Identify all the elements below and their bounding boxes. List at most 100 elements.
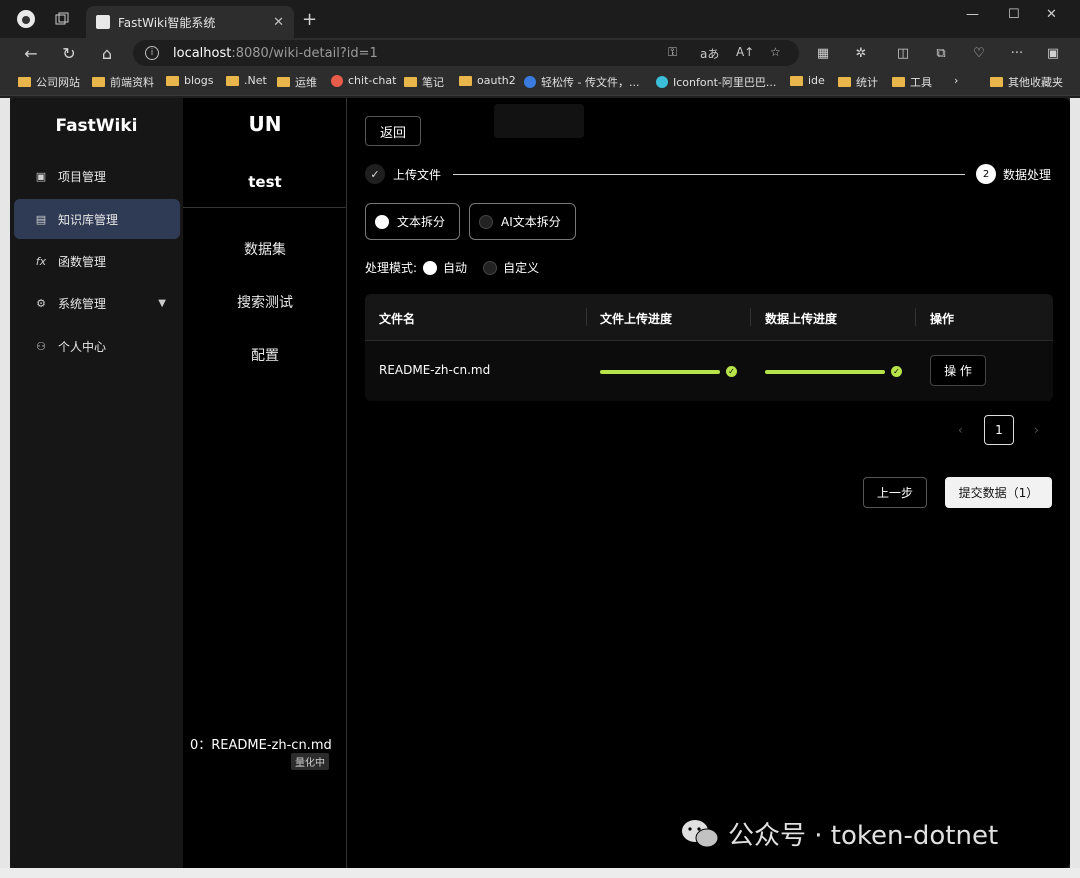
sidebar: FastWiki ▣ 项目管理 ▤ 知识库管理 fx 函数管理 ⚙ 系统管理 ▼… bbox=[10, 98, 183, 868]
process-mode-auto-label[interactable]: 自动 bbox=[443, 259, 467, 276]
home-icon[interactable]: ⌂ bbox=[96, 42, 118, 64]
wiki-menu-config[interactable]: 配置 bbox=[183, 345, 347, 365]
brand-logo: FastWiki bbox=[55, 116, 138, 136]
background-window-strip bbox=[1070, 98, 1080, 878]
minimize-icon[interactable]: — bbox=[966, 7, 979, 22]
wechat-icon bbox=[682, 819, 719, 847]
chevron-down-icon[interactable]: ▼ bbox=[158, 298, 166, 309]
folder-icon bbox=[838, 77, 851, 87]
bookmark-folder[interactable]: 笔记 bbox=[404, 74, 444, 90]
back-arrow-icon[interactable]: ← bbox=[20, 42, 42, 64]
translate-icon[interactable]: aあ bbox=[700, 45, 719, 62]
bookmark-link[interactable]: 轻松传 - 传文件，... bbox=[524, 74, 639, 90]
site-info-icon[interactable]: i bbox=[145, 46, 159, 60]
radio-unselected-icon bbox=[479, 214, 493, 229]
table-header: 文件名 文件上传进度 数据上传进度 操作 bbox=[365, 294, 1053, 341]
settings-icon: ⚙ bbox=[36, 296, 46, 310]
table-row: README-zh-cn.md ✓ ✓ 操 作 bbox=[365, 341, 1053, 401]
folder-icon bbox=[459, 75, 472, 86]
submit-data-button[interactable]: 提交数据（1） bbox=[945, 477, 1052, 508]
split-mode-ai[interactable]: AI文本拆分 bbox=[469, 203, 576, 240]
column-header: 文件上传进度 bbox=[600, 312, 673, 326]
bookmark-folder[interactable]: 工具 bbox=[892, 74, 932, 90]
close-window-icon[interactable]: ✕ bbox=[1046, 7, 1057, 22]
sidebar-item-knowledge[interactable]: ▤ 知识库管理 bbox=[14, 199, 180, 239]
new-tab-icon[interactable]: + bbox=[302, 9, 317, 30]
favorite-star-icon[interactable]: ☆ bbox=[770, 45, 781, 59]
filename-cell: README-zh-cn.md bbox=[379, 363, 491, 377]
background-ghost-button bbox=[494, 104, 584, 138]
column-divider bbox=[915, 308, 916, 326]
wiki-panel: UN test 数据集 搜索测试 配置 0：README-zh-cn.md 量化… bbox=[183, 98, 347, 868]
sidebar-item-label: 函数管理 bbox=[58, 254, 107, 269]
bookmark-folder[interactable]: 公司网站 bbox=[18, 74, 80, 90]
sidebar-item-function[interactable]: fx 函数管理 bbox=[14, 241, 180, 281]
folder-icon bbox=[990, 77, 1003, 87]
folder-icon bbox=[404, 77, 417, 87]
check-icon: ✓ bbox=[365, 164, 385, 184]
radio-auto[interactable] bbox=[423, 260, 438, 275]
collections-icon[interactable]: ⧉ bbox=[932, 44, 950, 62]
column-divider bbox=[586, 308, 587, 326]
step-label-process: 数据处理 bbox=[1003, 168, 1052, 182]
browser-tab[interactable]: FastWiki智能系统 ✕ bbox=[86, 6, 294, 38]
background-window-strip bbox=[0, 98, 10, 878]
extensions-icon[interactable]: ✲ bbox=[852, 44, 870, 62]
process-mode-custom-label[interactable]: 自定义 bbox=[503, 259, 539, 276]
workspaces-icon[interactable] bbox=[52, 9, 72, 29]
sidebar-item-system[interactable]: ⚙ 系统管理 ▼ bbox=[14, 283, 180, 323]
bookmark-folder[interactable]: blogs bbox=[166, 74, 213, 87]
url-host: localhost bbox=[173, 45, 232, 61]
chevron-right-icon[interactable]: › bbox=[954, 74, 958, 87]
refresh-icon[interactable]: ↻ bbox=[58, 42, 80, 64]
pagination-page[interactable]: 1 bbox=[984, 415, 1014, 445]
back-button[interactable]: 返回 bbox=[365, 116, 421, 146]
step-label-upload: 上传文件 bbox=[393, 168, 442, 182]
user-icon: ⚇ bbox=[36, 339, 46, 353]
step-connector bbox=[453, 174, 965, 175]
wiki-menu-dataset[interactable]: 数据集 bbox=[183, 239, 347, 259]
split-screen-icon[interactable]: ◫ bbox=[894, 44, 912, 62]
app-window: FastWiki ▣ 项目管理 ▤ 知识库管理 fx 函数管理 ⚙ 系统管理 ▼… bbox=[10, 98, 1070, 868]
steps-indicator: ✓ 上传文件 2 数据处理 bbox=[365, 164, 1055, 184]
column-divider bbox=[750, 308, 751, 326]
bookmark-folder[interactable]: oauth2 bbox=[459, 74, 516, 87]
data-upload-progress-bar bbox=[765, 370, 885, 374]
file-status-text: 0：README-zh-cn.md bbox=[190, 738, 332, 753]
bookmark-folder[interactable]: 其他收藏夹 bbox=[990, 74, 1063, 90]
profile-avatar-icon[interactable] bbox=[16, 9, 36, 29]
upload-table: 文件名 文件上传进度 数据上传进度 操作 README-zh-cn.md ✓ ✓… bbox=[365, 294, 1053, 401]
pagination-next-icon[interactable]: › bbox=[1034, 423, 1039, 437]
bookmark-link[interactable]: chit-chat bbox=[331, 74, 396, 87]
row-action-button[interactable]: 操 作 bbox=[930, 355, 986, 386]
folder-icon bbox=[18, 77, 31, 87]
key-icon[interactable]: ⚿ bbox=[668, 45, 677, 60]
status-badge: 量化中 bbox=[291, 753, 329, 770]
sidebar-item-project[interactable]: ▣ 项目管理 bbox=[14, 156, 180, 196]
bookmark-folder[interactable]: ide bbox=[790, 74, 825, 87]
performance-icon[interactable]: ♡ bbox=[970, 44, 988, 62]
bookmark-link[interactable]: Iconfont-阿里巴巴... bbox=[656, 74, 776, 90]
qr-code-icon[interactable]: ▦ bbox=[814, 44, 832, 62]
bookmarks-bar: 公司网站 前端资料 blogs .Net 运维 chit-chat 笔记 oau… bbox=[0, 68, 1080, 96]
file-upload-progress-bar bbox=[600, 370, 720, 374]
tab-favicon-icon bbox=[96, 15, 110, 29]
wiki-avatar-title: UN bbox=[248, 112, 282, 136]
bookmark-folder[interactable]: 运维 bbox=[277, 74, 317, 90]
bookmark-folder[interactable]: 前端资料 bbox=[92, 74, 154, 90]
sidebar-item-profile[interactable]: ⚇ 个人中心 bbox=[14, 326, 180, 366]
maximize-icon[interactable]: ☐ bbox=[1008, 7, 1020, 22]
bookmark-folder[interactable]: .Net bbox=[226, 74, 267, 87]
radio-selected-icon bbox=[375, 214, 389, 229]
read-aloud-icon[interactable]: A↑ bbox=[736, 45, 754, 59]
more-menu-icon[interactable]: ··· bbox=[1008, 44, 1026, 62]
pagination-prev-icon[interactable]: ‹ bbox=[958, 423, 963, 437]
prev-step-button[interactable]: 上一步 bbox=[863, 477, 927, 508]
wiki-menu-search-test[interactable]: 搜索测试 bbox=[183, 292, 347, 312]
split-mode-text[interactable]: 文本拆分 bbox=[365, 203, 460, 240]
sidebar-item-label: 系统管理 bbox=[58, 296, 107, 311]
sidebar-toggle-icon[interactable]: ▣ bbox=[1044, 44, 1062, 62]
bookmark-folder[interactable]: 统计 bbox=[838, 74, 878, 90]
radio-custom[interactable] bbox=[483, 260, 498, 275]
close-tab-icon[interactable]: ✕ bbox=[273, 15, 284, 30]
